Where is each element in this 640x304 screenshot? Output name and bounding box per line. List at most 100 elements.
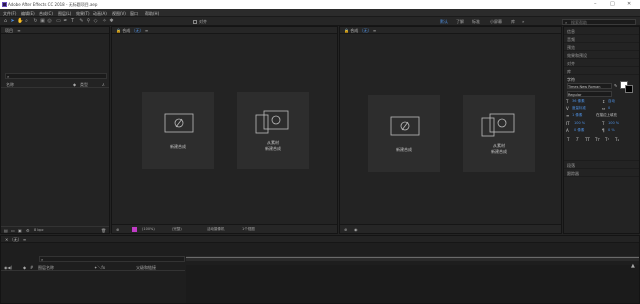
menu-layer[interactable]: 图层(L) xyxy=(58,11,71,17)
workspace-small-screen[interactable]: 小屏幕 xyxy=(490,19,502,25)
workspace-default[interactable]: 默认 xyxy=(440,19,448,25)
tsume-value[interactable]: 0 % xyxy=(608,128,615,132)
faux-bold-button[interactable]: T xyxy=(567,137,569,142)
bit-depth[interactable]: 8 bpc xyxy=(34,228,44,232)
new-folder-icon[interactable]: ▭ xyxy=(11,228,15,233)
zoom-slider-icon[interactable]: ▲ xyxy=(631,263,635,269)
panel-effects-presets[interactable]: 效果和预设 xyxy=(564,51,639,59)
menu-help[interactable]: 帮助(H) xyxy=(145,11,159,17)
timeline-track-area[interactable] xyxy=(186,265,639,303)
composition-tab-right[interactable]: 合成 xyxy=(350,28,358,33)
delete-icon[interactable]: 🗑 xyxy=(101,228,106,233)
interpret-footage-icon[interactable]: ▤ xyxy=(4,228,8,233)
panel-align[interactable]: 对齐 xyxy=(564,59,639,67)
font-size-value[interactable]: 36 像素 xyxy=(572,99,585,104)
clone-stamp-tool-icon[interactable]: ⚲ xyxy=(86,19,91,24)
panel-menu-icon[interactable]: ≡ xyxy=(23,237,26,242)
camera-tool-icon[interactable]: ▣ xyxy=(40,19,45,24)
type-tool-icon[interactable]: T xyxy=(70,19,75,24)
vertical-scale-value[interactable]: 100 % xyxy=(574,121,585,125)
rectangle-tool-icon[interactable]: ▭ xyxy=(56,19,61,24)
brush-tool-icon[interactable]: ✎ xyxy=(79,19,84,24)
settings-icon[interactable]: ⚙ xyxy=(26,228,30,233)
new-comp-from-footage-tile-right[interactable]: 从素材 新建合成 xyxy=(463,95,535,172)
horizontal-scale-value[interactable]: 100 % xyxy=(608,121,619,125)
minimize-icon[interactable]: – xyxy=(594,1,597,7)
baseline-shift-value[interactable]: 0 像素 xyxy=(574,128,584,133)
rotate-tool-icon[interactable]: ↻ xyxy=(33,19,38,24)
panel-tracker[interactable]: 跟踪器 xyxy=(564,169,639,177)
all-caps-button[interactable]: TT xyxy=(585,137,590,142)
stroke-color-swatch[interactable] xyxy=(625,85,633,93)
project-search-input[interactable]: ⌕ xyxy=(5,73,107,79)
workspace-more-icon[interactable]: » xyxy=(522,19,524,24)
font-style-select[interactable]: Regular xyxy=(567,91,612,97)
lock-icon[interactable]: 🔒 xyxy=(116,28,121,33)
composition-name-right[interactable]: （无） xyxy=(360,28,372,33)
roto-brush-tool-icon[interactable]: ✧ xyxy=(102,19,107,24)
new-comp-tile-right[interactable]: 新建合成 xyxy=(368,95,440,172)
stroke-mode-select[interactable]: 在描边上填充 xyxy=(596,113,617,118)
menu-edit[interactable]: 编辑(E) xyxy=(21,11,35,17)
composition-tab-left[interactable]: 合成 xyxy=(122,28,130,33)
timeline-tab[interactable]: （无） xyxy=(10,237,22,242)
help-search-input[interactable]: ⌕ 搜索帮助 xyxy=(562,18,636,25)
font-family-select[interactable]: Times New Roman xyxy=(567,83,612,89)
menu-file[interactable]: 文件(F) xyxy=(3,11,16,17)
camera-icon[interactable]: ◉ xyxy=(354,227,358,232)
composition-name-left[interactable]: （无） xyxy=(132,28,144,33)
leading-value[interactable]: 自动 xyxy=(608,99,615,104)
column-type[interactable]: 类型 xyxy=(80,82,88,88)
lock-icon[interactable]: 🔒 xyxy=(344,28,349,33)
flowchart-icon[interactable]: ⅄ xyxy=(102,82,104,87)
project-tab[interactable]: 项目 xyxy=(5,28,13,33)
pen-tool-icon[interactable]: ✒ xyxy=(63,19,68,24)
stroke-width-value[interactable]: 1 像素 xyxy=(572,113,582,118)
superscript-button[interactable]: T¹ xyxy=(605,137,609,142)
menu-effect[interactable]: 效果(T) xyxy=(76,11,90,17)
menu-window[interactable]: 窗口 xyxy=(130,11,138,17)
panel-menu-icon[interactable]: ≡ xyxy=(373,28,376,33)
workspace-library[interactable]: 库 xyxy=(511,19,515,25)
new-comp-from-footage-tile-left[interactable]: 从素材 新建合成 xyxy=(237,92,309,169)
panel-preview[interactable]: 预览 xyxy=(564,43,639,51)
close-tab-icon[interactable]: ✕ xyxy=(5,237,8,242)
magnify-icon[interactable]: ⊕ xyxy=(344,227,347,232)
menu-view[interactable]: 视图(V) xyxy=(112,11,126,17)
panel-audio[interactable]: 音频 xyxy=(564,35,639,43)
hand-tool-icon[interactable]: ✋ xyxy=(17,19,23,24)
character-title[interactable]: 字符 xyxy=(567,77,575,82)
workspace-learn[interactable]: 了解 xyxy=(456,19,464,25)
eyedropper-icon[interactable]: ✎ xyxy=(614,83,617,88)
panel-paragraph[interactable]: 段落 xyxy=(564,161,639,169)
pan-behind-tool-icon[interactable]: ◎ xyxy=(47,19,52,24)
home-icon[interactable]: ⌂ xyxy=(3,19,8,24)
new-comp-icon[interactable]: ▣ xyxy=(18,228,22,233)
panel-info[interactable]: 信息 xyxy=(564,27,639,35)
column-layer-name[interactable]: 图层名称 xyxy=(38,265,54,271)
subscript-button[interactable]: T₁ xyxy=(615,137,619,142)
close-icon[interactable]: ✕ xyxy=(627,1,631,7)
column-name[interactable]: 名称 xyxy=(6,82,14,88)
eraser-tool-icon[interactable]: ◇ xyxy=(93,19,98,24)
time-navigator-bar[interactable] xyxy=(186,257,639,258)
timeline-search-input[interactable]: ⌕ xyxy=(39,256,185,262)
views-left[interactable]: 1个视图 xyxy=(242,227,255,232)
column-parent[interactable]: 父级和链接 xyxy=(136,265,156,271)
zoom-tool-icon[interactable]: ⌕ xyxy=(24,19,29,24)
zoom-level-left[interactable]: (100%) xyxy=(142,227,155,231)
maximize-icon[interactable]: □ xyxy=(610,1,615,7)
panel-libraries[interactable]: 库 xyxy=(564,67,639,75)
new-comp-tile-left[interactable]: 新建合成 xyxy=(142,92,214,169)
puppet-tool-icon[interactable]: ✱ xyxy=(109,19,114,24)
snap-checkbox[interactable] xyxy=(193,19,197,24)
camera-left[interactable]: 活动摄像机 xyxy=(207,227,225,232)
menu-composition[interactable]: 合成(C) xyxy=(39,11,53,17)
workspace-standard[interactable]: 标准 xyxy=(472,19,480,25)
tracking-value[interactable]: 0 xyxy=(608,106,610,110)
menu-animation[interactable]: 动画(A) xyxy=(93,11,107,17)
kerning-value[interactable]: 度量标准 xyxy=(572,106,586,111)
faux-italic-button[interactable]: T xyxy=(576,137,578,142)
panel-menu-icon[interactable]: ≡ xyxy=(145,28,148,33)
color-swatch[interactable] xyxy=(132,227,137,232)
